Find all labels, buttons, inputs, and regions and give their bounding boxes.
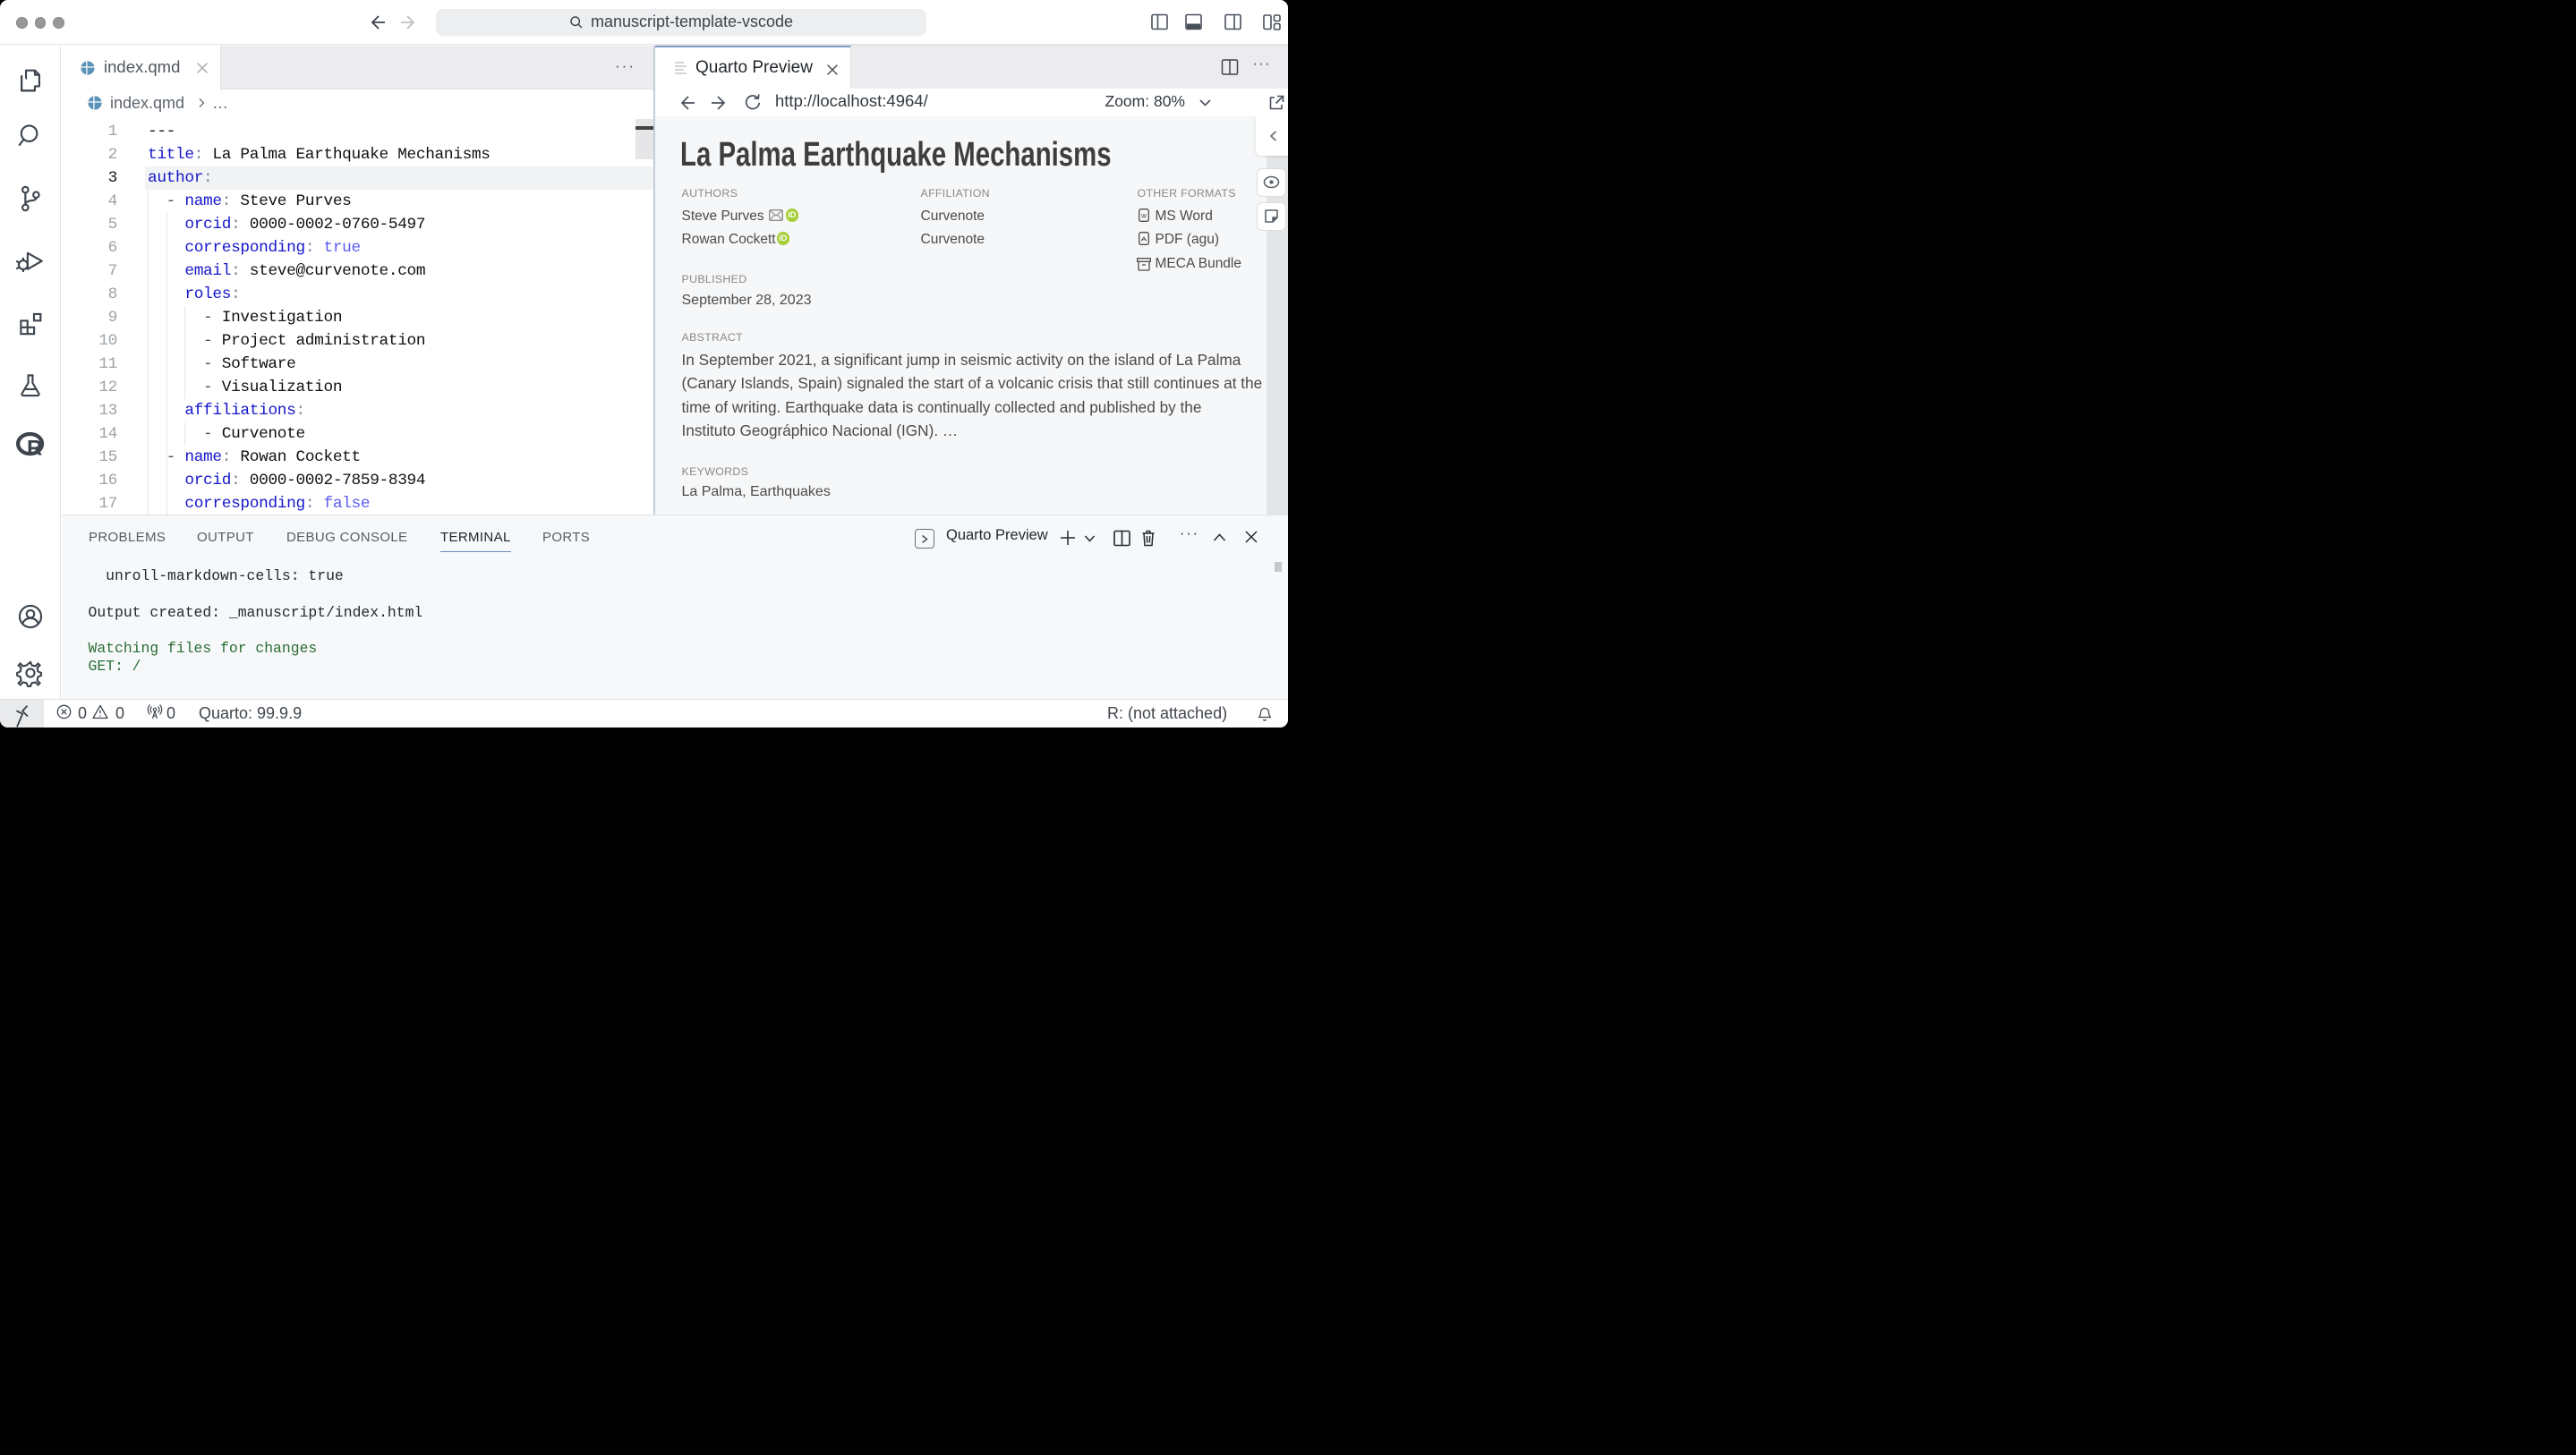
svg-text:R: R <box>27 436 42 460</box>
svg-text:w: w <box>1140 211 1147 219</box>
